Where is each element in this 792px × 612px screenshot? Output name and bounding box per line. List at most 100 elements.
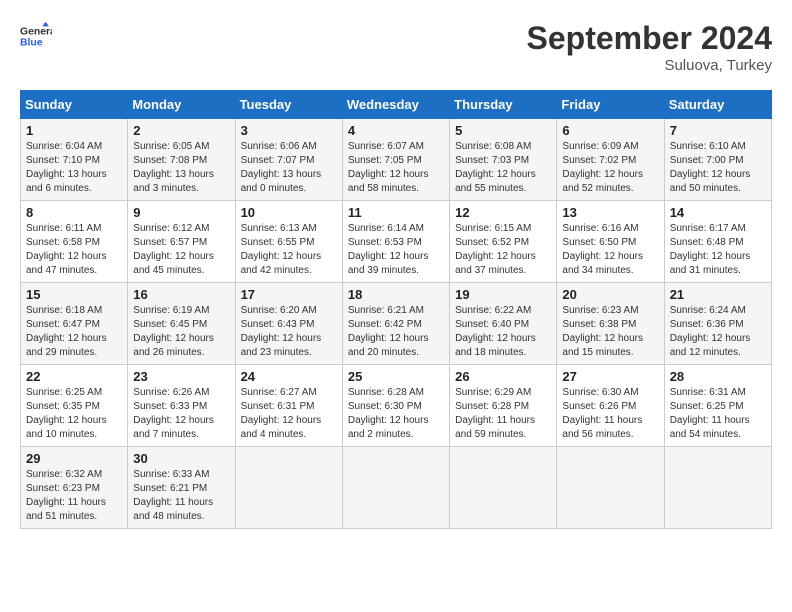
day-info: Sunrise: 6:07 AM Sunset: 7:05 PM Dayligh… bbox=[348, 140, 444, 196]
day-number: 20 bbox=[562, 287, 658, 302]
sunrise-label: Sunrise: 6:29 AM bbox=[455, 387, 531, 398]
sunset-label: Sunset: 6:53 PM bbox=[348, 237, 422, 248]
sunset-label: Sunset: 6:40 PM bbox=[455, 319, 529, 330]
calendar-cell: 16 Sunrise: 6:19 AM Sunset: 6:45 PM Dayl… bbox=[128, 283, 235, 365]
day-number: 16 bbox=[133, 287, 229, 302]
calendar-cell: 5 Sunrise: 6:08 AM Sunset: 7:03 PM Dayli… bbox=[450, 119, 557, 201]
calendar-cell: 13 Sunrise: 6:16 AM Sunset: 6:50 PM Dayl… bbox=[557, 201, 664, 283]
sunset-label: Sunset: 6:57 PM bbox=[133, 237, 207, 248]
sunrise-label: Sunrise: 6:31 AM bbox=[670, 387, 746, 398]
calendar-cell: 25 Sunrise: 6:28 AM Sunset: 6:30 PM Dayl… bbox=[342, 365, 449, 447]
calendar-cell: 11 Sunrise: 6:14 AM Sunset: 6:53 PM Dayl… bbox=[342, 201, 449, 283]
day-number: 28 bbox=[670, 369, 766, 384]
sunrise-label: Sunrise: 6:33 AM bbox=[133, 469, 209, 480]
day-number: 7 bbox=[670, 123, 766, 138]
calendar-cell bbox=[557, 447, 664, 529]
daylight-label: Daylight: 12 hours and 2 minutes. bbox=[348, 415, 429, 440]
day-info: Sunrise: 6:32 AM Sunset: 6:23 PM Dayligh… bbox=[26, 468, 122, 524]
calendar-cell: 2 Sunrise: 6:05 AM Sunset: 7:08 PM Dayli… bbox=[128, 119, 235, 201]
calendar-cell: 27 Sunrise: 6:30 AM Sunset: 6:26 PM Dayl… bbox=[557, 365, 664, 447]
day-info: Sunrise: 6:18 AM Sunset: 6:47 PM Dayligh… bbox=[26, 304, 122, 360]
col-thursday: Thursday bbox=[450, 91, 557, 119]
daylight-label: Daylight: 12 hours and 7 minutes. bbox=[133, 415, 214, 440]
sunset-label: Sunset: 6:38 PM bbox=[562, 319, 636, 330]
calendar-cell: 1 Sunrise: 6:04 AM Sunset: 7:10 PM Dayli… bbox=[21, 119, 128, 201]
daylight-label: Daylight: 11 hours and 59 minutes. bbox=[455, 415, 535, 440]
calendar-cell: 26 Sunrise: 6:29 AM Sunset: 6:28 PM Dayl… bbox=[450, 365, 557, 447]
logo: General Blue bbox=[20, 20, 52, 52]
day-info: Sunrise: 6:19 AM Sunset: 6:45 PM Dayligh… bbox=[133, 304, 229, 360]
sunrise-label: Sunrise: 6:08 AM bbox=[455, 141, 531, 152]
day-info: Sunrise: 6:30 AM Sunset: 6:26 PM Dayligh… bbox=[562, 386, 658, 442]
sunrise-label: Sunrise: 6:05 AM bbox=[133, 141, 209, 152]
day-number: 9 bbox=[133, 205, 229, 220]
day-info: Sunrise: 6:22 AM Sunset: 6:40 PM Dayligh… bbox=[455, 304, 551, 360]
sunrise-label: Sunrise: 6:32 AM bbox=[26, 469, 102, 480]
sunrise-label: Sunrise: 6:27 AM bbox=[241, 387, 317, 398]
sunset-label: Sunset: 6:58 PM bbox=[26, 237, 100, 248]
day-number: 17 bbox=[241, 287, 337, 302]
daylight-label: Daylight: 12 hours and 52 minutes. bbox=[562, 169, 643, 194]
calendar-cell: 30 Sunrise: 6:33 AM Sunset: 6:21 PM Dayl… bbox=[128, 447, 235, 529]
svg-text:Blue: Blue bbox=[20, 38, 43, 49]
calendar-cell: 22 Sunrise: 6:25 AM Sunset: 6:35 PM Dayl… bbox=[21, 365, 128, 447]
calendar-cell: 28 Sunrise: 6:31 AM Sunset: 6:25 PM Dayl… bbox=[664, 365, 771, 447]
sunset-label: Sunset: 6:35 PM bbox=[26, 401, 100, 412]
sunset-label: Sunset: 7:00 PM bbox=[670, 155, 744, 166]
calendar-cell: 7 Sunrise: 6:10 AM Sunset: 7:00 PM Dayli… bbox=[664, 119, 771, 201]
sunrise-label: Sunrise: 6:23 AM bbox=[562, 305, 638, 316]
daylight-label: Daylight: 13 hours and 0 minutes. bbox=[241, 169, 322, 194]
svg-text:General: General bbox=[20, 26, 52, 37]
calendar-week-row: 1 Sunrise: 6:04 AM Sunset: 7:10 PM Dayli… bbox=[21, 119, 772, 201]
day-number: 22 bbox=[26, 369, 122, 384]
sunrise-label: Sunrise: 6:09 AM bbox=[562, 141, 638, 152]
calendar-cell: 12 Sunrise: 6:15 AM Sunset: 6:52 PM Dayl… bbox=[450, 201, 557, 283]
calendar-cell bbox=[450, 447, 557, 529]
calendar-cell: 6 Sunrise: 6:09 AM Sunset: 7:02 PM Dayli… bbox=[557, 119, 664, 201]
day-info: Sunrise: 6:15 AM Sunset: 6:52 PM Dayligh… bbox=[455, 222, 551, 278]
daylight-label: Daylight: 12 hours and 39 minutes. bbox=[348, 251, 429, 276]
sunrise-label: Sunrise: 6:06 AM bbox=[241, 141, 317, 152]
day-info: Sunrise: 6:24 AM Sunset: 6:36 PM Dayligh… bbox=[670, 304, 766, 360]
day-number: 11 bbox=[348, 205, 444, 220]
sunrise-label: Sunrise: 6:19 AM bbox=[133, 305, 209, 316]
page-header: General Blue September 2024 Suluova, Tur… bbox=[20, 20, 772, 74]
sunrise-label: Sunrise: 6:10 AM bbox=[670, 141, 746, 152]
sunset-label: Sunset: 6:30 PM bbox=[348, 401, 422, 412]
daylight-label: Daylight: 11 hours and 51 minutes. bbox=[26, 497, 106, 522]
day-info: Sunrise: 6:27 AM Sunset: 6:31 PM Dayligh… bbox=[241, 386, 337, 442]
calendar-cell bbox=[342, 447, 449, 529]
sunrise-label: Sunrise: 6:12 AM bbox=[133, 223, 209, 234]
day-info: Sunrise: 6:21 AM Sunset: 6:42 PM Dayligh… bbox=[348, 304, 444, 360]
daylight-label: Daylight: 13 hours and 6 minutes. bbox=[26, 169, 107, 194]
location-subtitle: Suluova, Turkey bbox=[527, 57, 772, 74]
day-number: 12 bbox=[455, 205, 551, 220]
col-friday: Friday bbox=[557, 91, 664, 119]
sunrise-label: Sunrise: 6:07 AM bbox=[348, 141, 424, 152]
sunrise-label: Sunrise: 6:17 AM bbox=[670, 223, 746, 234]
calendar-cell: 17 Sunrise: 6:20 AM Sunset: 6:43 PM Dayl… bbox=[235, 283, 342, 365]
day-number: 8 bbox=[26, 205, 122, 220]
day-number: 18 bbox=[348, 287, 444, 302]
calendar-cell: 10 Sunrise: 6:13 AM Sunset: 6:55 PM Dayl… bbox=[235, 201, 342, 283]
day-number: 21 bbox=[670, 287, 766, 302]
daylight-label: Daylight: 12 hours and 20 minutes. bbox=[348, 333, 429, 358]
col-tuesday: Tuesday bbox=[235, 91, 342, 119]
day-number: 2 bbox=[133, 123, 229, 138]
sunrise-label: Sunrise: 6:22 AM bbox=[455, 305, 531, 316]
sunrise-label: Sunrise: 6:28 AM bbox=[348, 387, 424, 398]
col-saturday: Saturday bbox=[664, 91, 771, 119]
calendar-cell: 19 Sunrise: 6:22 AM Sunset: 6:40 PM Dayl… bbox=[450, 283, 557, 365]
col-wednesday: Wednesday bbox=[342, 91, 449, 119]
day-number: 14 bbox=[670, 205, 766, 220]
sunset-label: Sunset: 7:07 PM bbox=[241, 155, 315, 166]
daylight-label: Daylight: 12 hours and 47 minutes. bbox=[26, 251, 107, 276]
day-info: Sunrise: 6:09 AM Sunset: 7:02 PM Dayligh… bbox=[562, 140, 658, 196]
day-number: 29 bbox=[26, 451, 122, 466]
day-info: Sunrise: 6:25 AM Sunset: 6:35 PM Dayligh… bbox=[26, 386, 122, 442]
day-info: Sunrise: 6:26 AM Sunset: 6:33 PM Dayligh… bbox=[133, 386, 229, 442]
sunset-label: Sunset: 7:02 PM bbox=[562, 155, 636, 166]
daylight-label: Daylight: 12 hours and 4 minutes. bbox=[241, 415, 322, 440]
daylight-label: Daylight: 11 hours and 56 minutes. bbox=[562, 415, 642, 440]
calendar-cell: 15 Sunrise: 6:18 AM Sunset: 6:47 PM Dayl… bbox=[21, 283, 128, 365]
